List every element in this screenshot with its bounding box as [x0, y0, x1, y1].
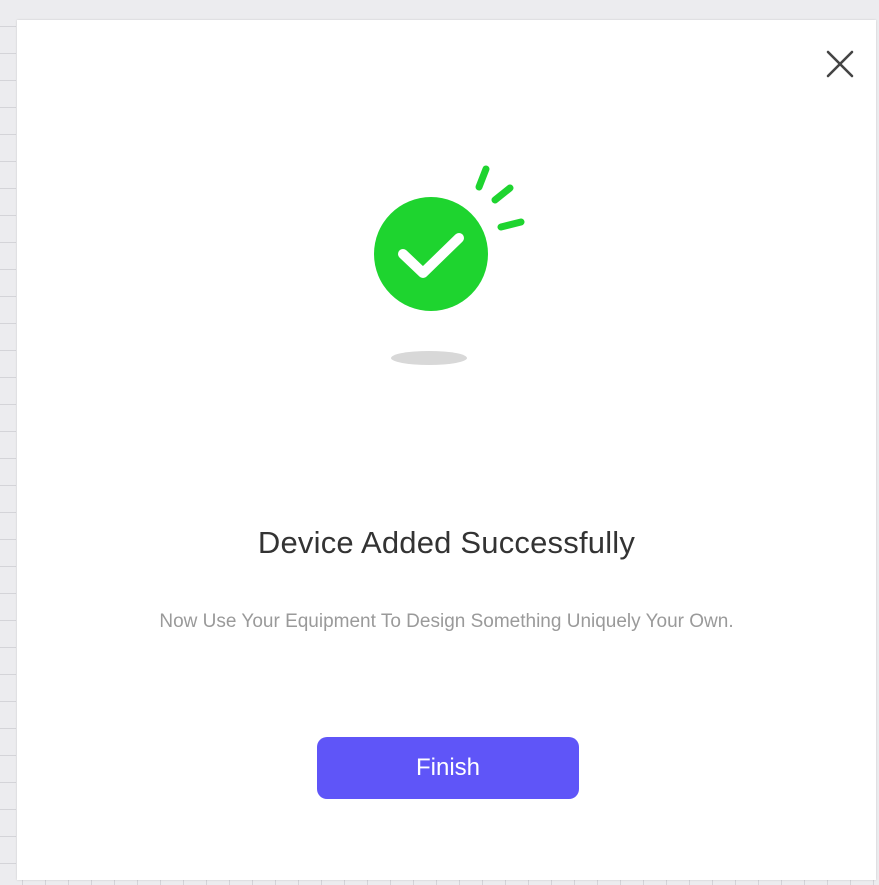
checkmark-circle-icon [374, 197, 488, 311]
sparkle-icon [475, 165, 525, 231]
success-dialog: Device Added Successfully Now Use Your E… [17, 20, 876, 880]
success-illustration [367, 160, 547, 370]
close-icon [826, 50, 854, 78]
close-button[interactable] [822, 46, 858, 82]
shadow-ellipse [391, 351, 467, 365]
finish-button[interactable]: Finish [317, 737, 579, 799]
dialog-subtitle: Now Use Your Equipment To Design Somethi… [159, 611, 734, 632]
background-grid-left [0, 0, 16, 885]
dialog-title: Device Added Successfully [257, 525, 636, 560]
